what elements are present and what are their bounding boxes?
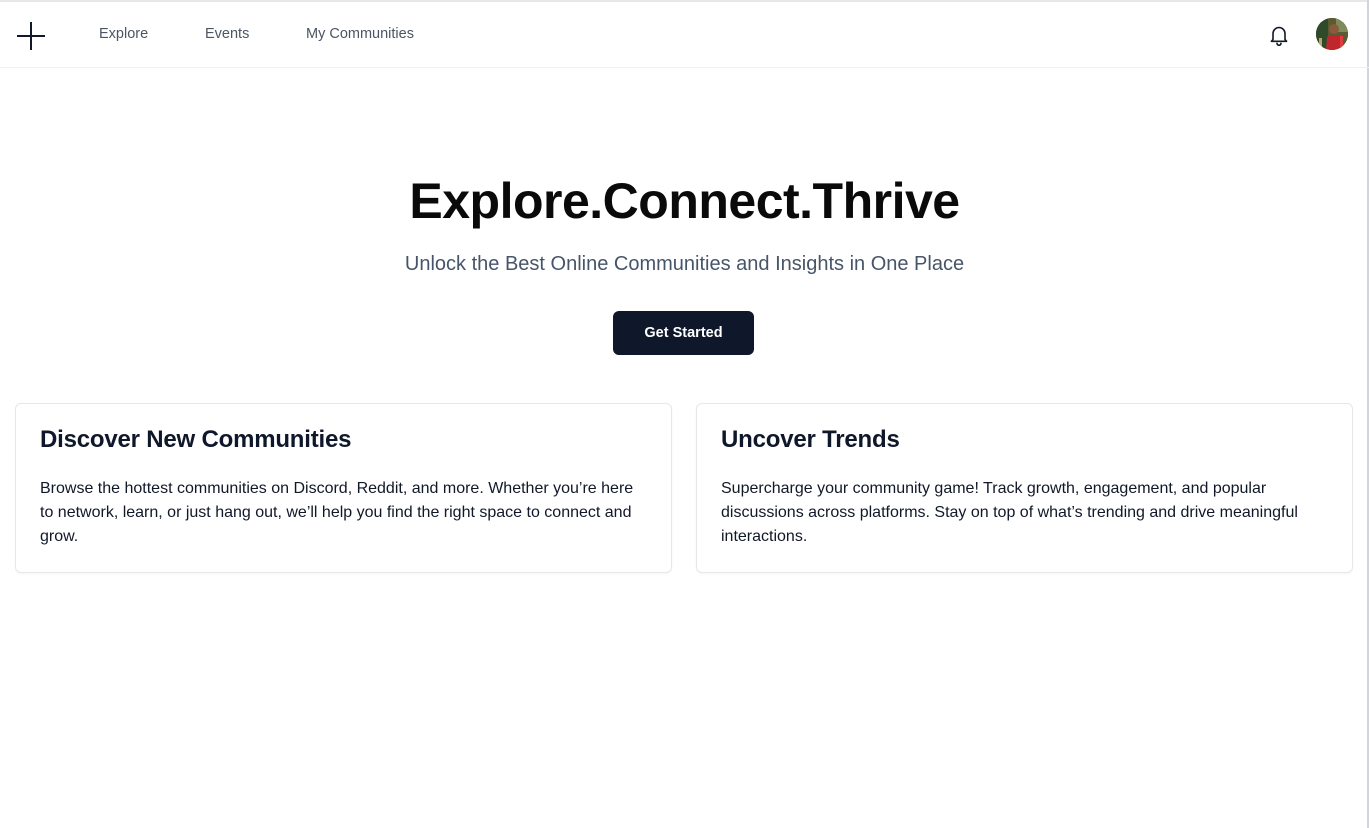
hero-subtitle: Unlock the Best Online Communities and I… (404, 253, 965, 275)
get-started-button[interactable]: Get Started (613, 311, 754, 355)
card-title: Uncover Trends (721, 426, 900, 453)
bell-icon[interactable] (1269, 24, 1289, 47)
feature-card-discover: Discover New Communities Browse the hott… (15, 403, 672, 573)
nav-link-my-communities[interactable]: My Communities (306, 26, 414, 42)
nav-link-events[interactable]: Events (205, 26, 249, 42)
top-navbar: Explore Events My Communities (0, 2, 1369, 68)
plus-icon[interactable] (17, 22, 45, 50)
feature-card-trends: Uncover Trends Supercharge your communit… (696, 403, 1353, 573)
user-avatar[interactable] (1316, 18, 1348, 50)
card-body: Supercharge your community game! Track g… (721, 480, 1298, 545)
card-body: Browse the hottest communities on Discor… (40, 480, 634, 545)
page: Explore Events My Communities Explore.Co… (0, 0, 1369, 828)
card-title: Discover New Communities (40, 426, 352, 453)
hero-title: Explore.Connect.Thrive (409, 173, 960, 229)
nav-link-explore[interactable]: Explore (99, 26, 148, 42)
